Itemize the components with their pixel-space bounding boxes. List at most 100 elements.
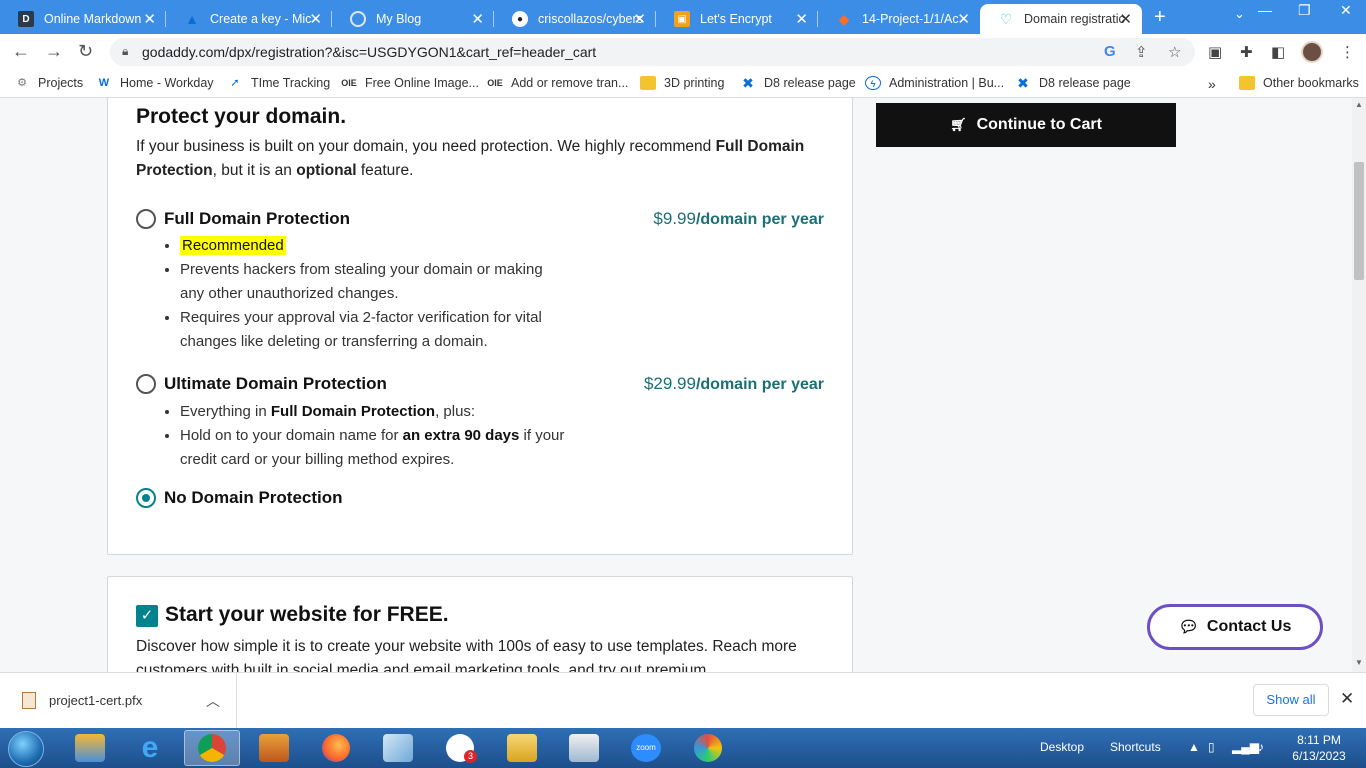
website-heading: Start your website for FREE. (165, 603, 449, 626)
close-icon[interactable]: ✕ (1340, 689, 1354, 709)
intro-text: , but it is an (212, 162, 297, 179)
app-icon (383, 734, 413, 762)
device-icon[interactable]: ▯ (1208, 740, 1215, 754)
chevron-up-icon[interactable]: ︿ (206, 691, 220, 711)
scroll-down-icon[interactable]: ▼ (1355, 658, 1363, 667)
close-icon[interactable]: ✕ (795, 10, 808, 28)
side-panel-icon[interactable]: ◧ (1271, 43, 1285, 61)
taskbar-app-4[interactable] (246, 730, 302, 766)
app-icon (259, 734, 289, 762)
close-icon[interactable]: ✕ (957, 10, 970, 28)
network-icon[interactable]: ▂▄▆ (1232, 740, 1259, 754)
ultimate-protection-label[interactable]: Ultimate Domain Protection (164, 374, 387, 394)
bookmark-label: D8 release page (764, 76, 856, 90)
lock-icon[interactable]: 🔒︎ (122, 44, 128, 59)
bookmark-label: Administration | Bu... (889, 76, 1005, 90)
shortcuts-toolbar[interactable]: Shortcuts (1110, 740, 1161, 754)
desktop-toolbar[interactable]: Desktop (1040, 740, 1084, 754)
chevron-down-icon[interactable]: ⌄ (1234, 6, 1245, 22)
jira-icon: ➚ (230, 77, 240, 89)
share-icon[interactable]: ⇪ (1135, 43, 1148, 61)
forward-icon[interactable]: → (45, 41, 63, 62)
bookmark-3d-printing[interactable]: 3D printing (640, 76, 724, 90)
continue-to-cart-button[interactable]: 🛒︎ Continue to Cart (876, 103, 1176, 147)
scroll-up-icon[interactable]: ▲ (1355, 100, 1363, 109)
download-filename[interactable]: project1-cert.pfx (49, 693, 142, 708)
more-menu-icon[interactable]: ⋮ (1340, 43, 1355, 61)
close-icon[interactable]: ✕ (309, 10, 322, 28)
clock-time: 8:11 PM (1297, 733, 1341, 747)
certificate-file-icon (22, 692, 36, 709)
list-item: Recommended (180, 234, 566, 258)
bookmark-time-tracking[interactable]: ➚ TIme Tracking (227, 76, 330, 90)
download-item[interactable]: project1-cert.pfx ︿ (0, 673, 237, 728)
bookmark-projects[interactable]: ⚙ Projects (14, 76, 83, 90)
website-checkbox[interactable]: ✓ (136, 605, 158, 627)
google-lens-icon[interactable]: G (1104, 43, 1116, 60)
page-content: Protect your domain. If your business is… (0, 98, 1352, 672)
bookmark-workday[interactable]: W Home - Workday (96, 76, 214, 90)
taskbar-app-9[interactable] (556, 730, 612, 766)
bookmark-add-remove[interactable]: OIE Add or remove tran... (487, 76, 628, 90)
taskbar-ie[interactable]: e (122, 730, 178, 766)
feature-emphasis: an extra 90 days (402, 427, 520, 444)
extensions-icon[interactable]: ✚ (1240, 43, 1253, 61)
bookmark-d8-release-2[interactable]: ✖ D8 release page (1015, 76, 1131, 90)
chat-icon: 💬︎ (1178, 619, 1199, 636)
confluence-icon: ✖ (742, 75, 754, 91)
taskbar-firefox[interactable] (308, 730, 364, 766)
show-hidden-icons[interactable]: ▲ (1188, 740, 1200, 754)
ultimate-protection-radio[interactable] (136, 374, 156, 394)
bookmark-d8-release-1[interactable]: ✖ D8 release page (740, 76, 856, 90)
price-amount: $9.99 (653, 209, 696, 228)
tab-online-markdown[interactable]: D Online Markdown ✕ (0, 4, 166, 34)
tab-my-blog[interactable]: My Blog ✕ (332, 4, 494, 34)
bookmark-administration[interactable]: ϟ Administration | Bu... (865, 76, 1004, 90)
bookmark-other[interactable]: Other bookmarks (1239, 76, 1359, 90)
tab-domain-registration[interactable]: ♡ Domain registratic ✕ (980, 4, 1142, 34)
download-shelf: project1-cert.pfx ︿ Show all ✕ (0, 672, 1366, 728)
bookmark-star-icon[interactable]: ☆ (1168, 43, 1181, 61)
reload-icon[interactable]: ↻ (78, 41, 93, 62)
new-tab-button[interactable]: + (1154, 6, 1166, 29)
close-icon[interactable]: ✕ (633, 10, 646, 28)
price-unit: /domain per year (695, 376, 824, 393)
taskbar-zoom[interactable]: zoom (618, 730, 674, 766)
show-all-button[interactable]: Show all (1253, 684, 1329, 716)
taskbar-slack[interactable]: 3 (432, 730, 488, 766)
no-protection-label[interactable]: No Domain Protection (164, 488, 343, 508)
list-item: Hold on to your domain name for an extra… (180, 424, 566, 472)
tab-lets-encrypt[interactable]: ▣ Let's Encrypt ✕ (656, 4, 818, 34)
restore-button[interactable]: ❐ (1298, 2, 1311, 19)
system-clock[interactable]: 8:11 PM 6/13/2023 (1284, 732, 1354, 764)
no-protection-radio[interactable] (136, 488, 156, 508)
chevron-double-right-icon[interactable]: » (1208, 76, 1216, 92)
avatar[interactable] (1301, 41, 1323, 63)
close-icon[interactable]: ✕ (471, 10, 484, 28)
taskbar-app-6[interactable] (370, 730, 426, 766)
page-scrollbar[interactable]: ▲ ▼ (1352, 98, 1366, 672)
cart-icon: 🛒︎ (950, 117, 967, 132)
address-bar[interactable]: 🔒︎ godaddy.com/dpx/registration?&isc=USG… (110, 38, 1195, 66)
tab-github[interactable]: ● criscollazos/cybers ✕ (494, 4, 656, 34)
start-button[interactable] (8, 731, 44, 767)
tab-gitlab[interactable]: ◆ 14-Project-1/1/Ac ✕ (818, 4, 980, 34)
bookmark-free-online-image[interactable]: OIE Free Online Image... (341, 76, 479, 90)
volume-icon[interactable]: ♪ (1258, 740, 1264, 754)
back-icon[interactable]: ← (12, 41, 30, 62)
tab-search-icon[interactable]: ▣ (1208, 43, 1222, 61)
taskbar-explorer[interactable] (494, 730, 550, 766)
taskbar-app-1[interactable] (62, 730, 118, 766)
taskbar-paint[interactable] (680, 730, 736, 766)
scrollbar-thumb[interactable] (1354, 162, 1364, 280)
tab-create-key[interactable]: ▲ Create a key - Mic ✕ (166, 4, 332, 34)
close-icon[interactable]: ✕ (1119, 10, 1132, 28)
full-protection-label[interactable]: Full Domain Protection (164, 209, 350, 229)
taskbar-chrome[interactable] (184, 730, 240, 766)
contact-us-button[interactable]: 💬︎ Contact Us (1147, 604, 1323, 650)
full-protection-radio[interactable] (136, 209, 156, 229)
window-close-button[interactable]: ✕ (1340, 2, 1352, 19)
minimize-button[interactable]: — (1258, 2, 1272, 18)
close-icon[interactable]: ✕ (143, 10, 156, 28)
url-text[interactable]: godaddy.com/dpx/registration?&isc=USGDYG… (142, 44, 596, 60)
